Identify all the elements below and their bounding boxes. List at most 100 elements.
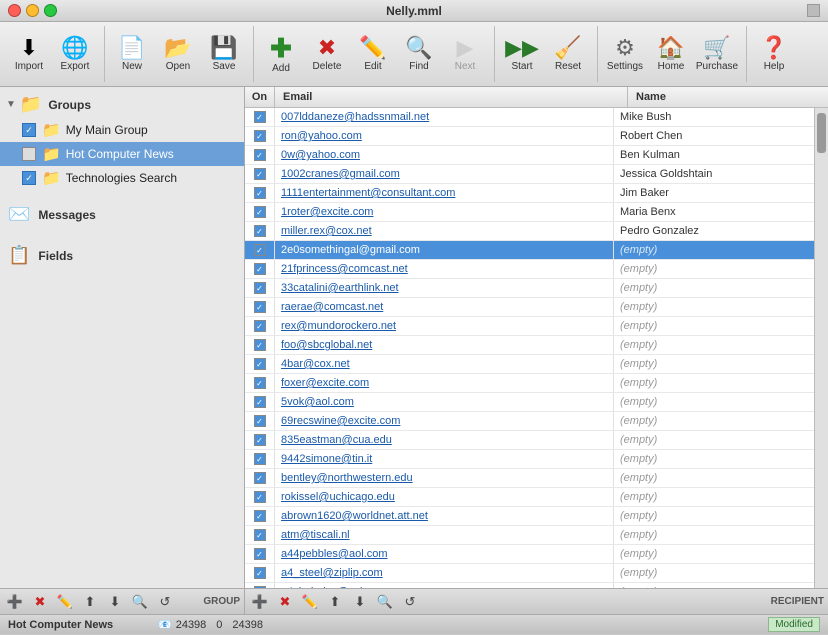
table-row[interactable]: 835eastman@cua.edu(empty) [245,431,814,450]
cell-on[interactable] [245,431,275,449]
scrollbar[interactable] [814,108,828,588]
row-checkbox[interactable] [254,396,266,408]
table-row[interactable]: rex@mundorockero.net(empty) [245,317,814,336]
reset-button[interactable]: 🧹 Reset [545,26,591,82]
traffic-lights[interactable] [8,4,57,17]
scrollbar-thumb[interactable] [817,113,826,153]
move-recipient-up-button[interactable]: ⬆ [324,591,346,613]
table-row[interactable]: 1002cranes@gmail.comJessica Goldshtain [245,165,814,184]
table-row[interactable]: 2e0somethingal@gmail.com(empty) [245,241,814,260]
table-row[interactable]: 007lddaneze@hadssnmail.netMike Bush [245,108,814,127]
cell-on[interactable] [245,298,275,316]
sidebar-item-hot-computer-news[interactable]: 📁 Hot Computer News [0,142,244,166]
cell-on[interactable] [245,279,275,297]
row-checkbox[interactable] [254,434,266,446]
cell-on[interactable] [245,241,275,259]
cell-on[interactable] [245,355,275,373]
table-row[interactable]: a44pebbles@aol.com(empty) [245,545,814,564]
table-row[interactable]: miller.rex@cox.netPedro Gonzalez [245,222,814,241]
table-row[interactable]: 1111entertainment@consultant.comJim Bake… [245,184,814,203]
cell-on[interactable] [245,336,275,354]
row-checkbox[interactable] [254,111,266,123]
row-checkbox[interactable] [254,491,266,503]
row-checkbox[interactable] [254,339,266,351]
close-button[interactable] [8,4,21,17]
row-checkbox[interactable] [254,225,266,237]
cell-on[interactable] [245,507,275,525]
cell-on[interactable] [245,412,275,430]
row-checkbox[interactable] [254,206,266,218]
window-resize-button[interactable] [807,4,820,17]
row-checkbox[interactable] [254,548,266,560]
table-row[interactable]: ron@yahoo.comRobert Chen [245,127,814,146]
cell-on[interactable] [245,469,275,487]
import-button[interactable]: ⬇ Import [6,26,52,82]
refresh-group-button[interactable]: ↺ [154,591,176,613]
col-name[interactable]: Name [628,87,828,107]
table-row[interactable]: raerae@comcast.net(empty) [245,298,814,317]
technologies-search-checkbox[interactable] [22,171,36,185]
remove-group-button[interactable]: ✖ [29,591,51,613]
find-button[interactable]: 🔍 Find [396,26,442,82]
table-row[interactable]: 1roter@excite.comMaria Benx [245,203,814,222]
row-checkbox[interactable] [254,567,266,579]
sidebar-item-fields[interactable]: 📋 Fields [0,241,244,270]
row-checkbox[interactable] [254,187,266,199]
move-down-button[interactable]: ⬇ [104,591,126,613]
row-checkbox[interactable] [254,301,266,313]
start-button[interactable]: ▶▶ Start [499,26,545,82]
edit-recipient-button[interactable]: ✏️ [299,591,321,613]
table-row[interactable]: rokissel@uchicago.edu(empty) [245,488,814,507]
export-button[interactable]: 🌐 Export [52,26,98,82]
table-row[interactable]: 4bar@cox.net(empty) [245,355,814,374]
row-checkbox[interactable] [254,282,266,294]
row-checkbox[interactable] [254,377,266,389]
maximize-button[interactable] [44,4,57,17]
table-row[interactable]: foxer@excite.com(empty) [245,374,814,393]
row-checkbox[interactable] [254,510,266,522]
table-row[interactable]: bentley@northwestern.edu(empty) [245,469,814,488]
row-checkbox[interactable] [254,472,266,484]
cell-on[interactable] [245,488,275,506]
edit-button[interactable]: ✏️ Edit [350,26,396,82]
new-button[interactable]: 📄 New [109,26,155,82]
edit-group-button[interactable]: ✏️ [54,591,76,613]
search-group-button[interactable]: 🔍 [129,591,151,613]
cell-on[interactable] [245,222,275,240]
remove-recipient-button[interactable]: ✖ [274,591,296,613]
table-row[interactable]: 5vok@aol.com(empty) [245,393,814,412]
settings-button[interactable]: ⚙ Settings [602,26,648,82]
row-checkbox[interactable] [254,415,266,427]
table-row[interactable]: 0w@yahoo.comBen Kulman [245,146,814,165]
minimize-button[interactable] [26,4,39,17]
refresh-recipient-button[interactable]: ↺ [399,591,421,613]
cell-on[interactable] [245,127,275,145]
table-row[interactable]: abrown1620@worldnet.att.net(empty) [245,507,814,526]
row-checkbox[interactable] [254,263,266,275]
add-button[interactable]: ✚ Add [258,26,304,82]
col-email[interactable]: Email [275,87,628,107]
table-body[interactable]: 007lddaneze@hadssnmail.netMike Bushron@y… [245,108,814,588]
row-checkbox[interactable] [254,320,266,332]
row-checkbox[interactable] [254,130,266,142]
row-checkbox[interactable] [254,149,266,161]
home-button[interactable]: 🏠 Home [648,26,694,82]
row-checkbox[interactable] [254,168,266,180]
cell-on[interactable] [245,545,275,563]
table-row[interactable]: 9442simone@tin.it(empty) [245,450,814,469]
table-row[interactable]: atm@tiscali.nl(empty) [245,526,814,545]
row-checkbox[interactable] [254,358,266,370]
sidebar-item-my-main-group[interactable]: 📁 My Main Group [0,118,244,142]
my-main-group-checkbox[interactable] [22,123,36,137]
sidebar-item-technologies-search[interactable]: 📁 Technologies Search [0,166,244,190]
add-group-button[interactable]: ➕ [4,591,26,613]
move-recipient-down-button[interactable]: ⬇ [349,591,371,613]
cell-on[interactable] [245,564,275,582]
search-recipient-button[interactable]: 🔍 [374,591,396,613]
sidebar-groups-header[interactable]: ▼ 📁 Groups [0,91,244,118]
cell-on[interactable] [245,393,275,411]
table-row[interactable]: foo@sbcglobal.net(empty) [245,336,814,355]
cell-on[interactable] [245,260,275,278]
cell-on[interactable] [245,165,275,183]
cell-on[interactable] [245,450,275,468]
